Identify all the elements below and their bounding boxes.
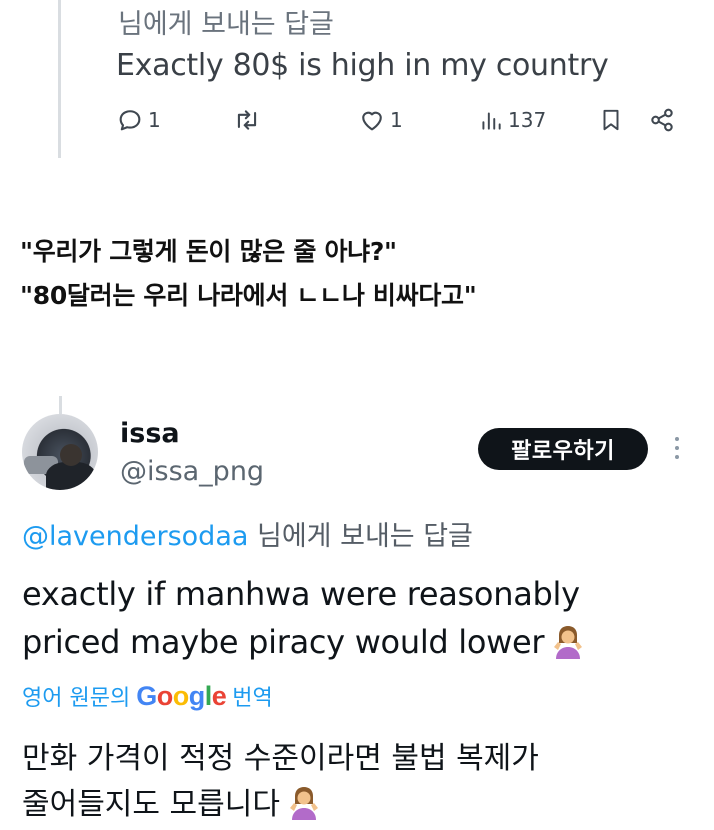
google-logo: Google <box>136 681 227 711</box>
person-shrugging-emoji-icon <box>554 626 583 659</box>
reply-mention-link[interactable]: @lavendersodaa <box>22 521 248 552</box>
retweet-icon <box>237 110 257 130</box>
reply-icon <box>119 110 141 131</box>
tweet-reply-top: 님에게 보내는 답글 Exactly 80$ is high in my cou… <box>0 0 714 160</box>
avatar-head-shape <box>60 444 82 466</box>
retweet-button[interactable] <box>232 102 266 138</box>
tweet-text-line-1: exactly if manhwa were reasonably <box>22 575 580 613</box>
views-icon <box>482 112 501 130</box>
reply-count: 1 <box>148 108 161 132</box>
like-button[interactable]: 1 <box>358 102 403 138</box>
views-button[interactable]: 137 <box>478 102 546 138</box>
bookmark-button[interactable] <box>598 102 624 138</box>
tweet-text: Exactly 80$ is high in my country <box>116 48 609 83</box>
tweet-actions: 1 1 137 <box>116 102 686 138</box>
translate-suffix: 번역 <box>232 686 273 711</box>
reply-to-line: @lavendersodaa 님에게 보내는 답글 <box>22 514 473 553</box>
translated-line-2-wrap: 줄어들지도 모릅니다 <box>22 782 702 828</box>
thread-line-connector <box>59 396 62 414</box>
share-icon <box>651 108 673 132</box>
like-count: 1 <box>390 108 403 132</box>
views-count: 137 <box>508 108 547 132</box>
follow-button[interactable]: 팔로우하기 <box>478 428 648 470</box>
avatar[interactable] <box>22 414 98 490</box>
reply-button[interactable]: 1 <box>116 102 161 138</box>
translated-line-2: 줄어들지도 모릅니다 <box>22 787 280 822</box>
display-name[interactable]: issa <box>120 418 180 449</box>
tweet-text-line-2-wrap: priced maybe piracy would lower <box>22 618 692 666</box>
caption-line-1: "우리가 그렇게 돈이 많은 줄 아냐?" <box>20 237 397 266</box>
user-handle[interactable]: @issa_png <box>120 456 264 487</box>
more-options-icon[interactable] <box>672 432 682 468</box>
avatar-body-shape <box>46 462 96 490</box>
thread-line <box>58 0 61 158</box>
bookmark-icon <box>603 109 619 131</box>
person-shrugging-emoji-icon <box>289 787 318 820</box>
reply-to-label: 님에게 보내는 답글 <box>118 9 334 40</box>
translated-line-1: 만화 가격이 적정 수준이라면 불법 복제가 <box>22 741 539 776</box>
caption-line-2: "80달러는 우리 나라에서 ㄴㄴ나 비싸다고" <box>20 281 477 310</box>
reply-to-suffix: 님에게 보내는 답글 <box>248 521 473 552</box>
tweet-text-line-2: priced maybe piracy would lower <box>22 623 545 661</box>
like-icon <box>362 111 382 131</box>
translated-by-google[interactable]: 영어 원문의 Google 번역 <box>22 680 273 712</box>
share-button[interactable] <box>648 102 676 138</box>
tweet-text-translated: 만화 가격이 적정 수준이라면 불법 복제가 줄어들지도 모릅니다 <box>22 736 702 828</box>
tweet-text-original: exactly if manhwa were reasonably priced… <box>22 570 692 666</box>
translate-prefix: 영어 원문의 <box>22 686 131 711</box>
